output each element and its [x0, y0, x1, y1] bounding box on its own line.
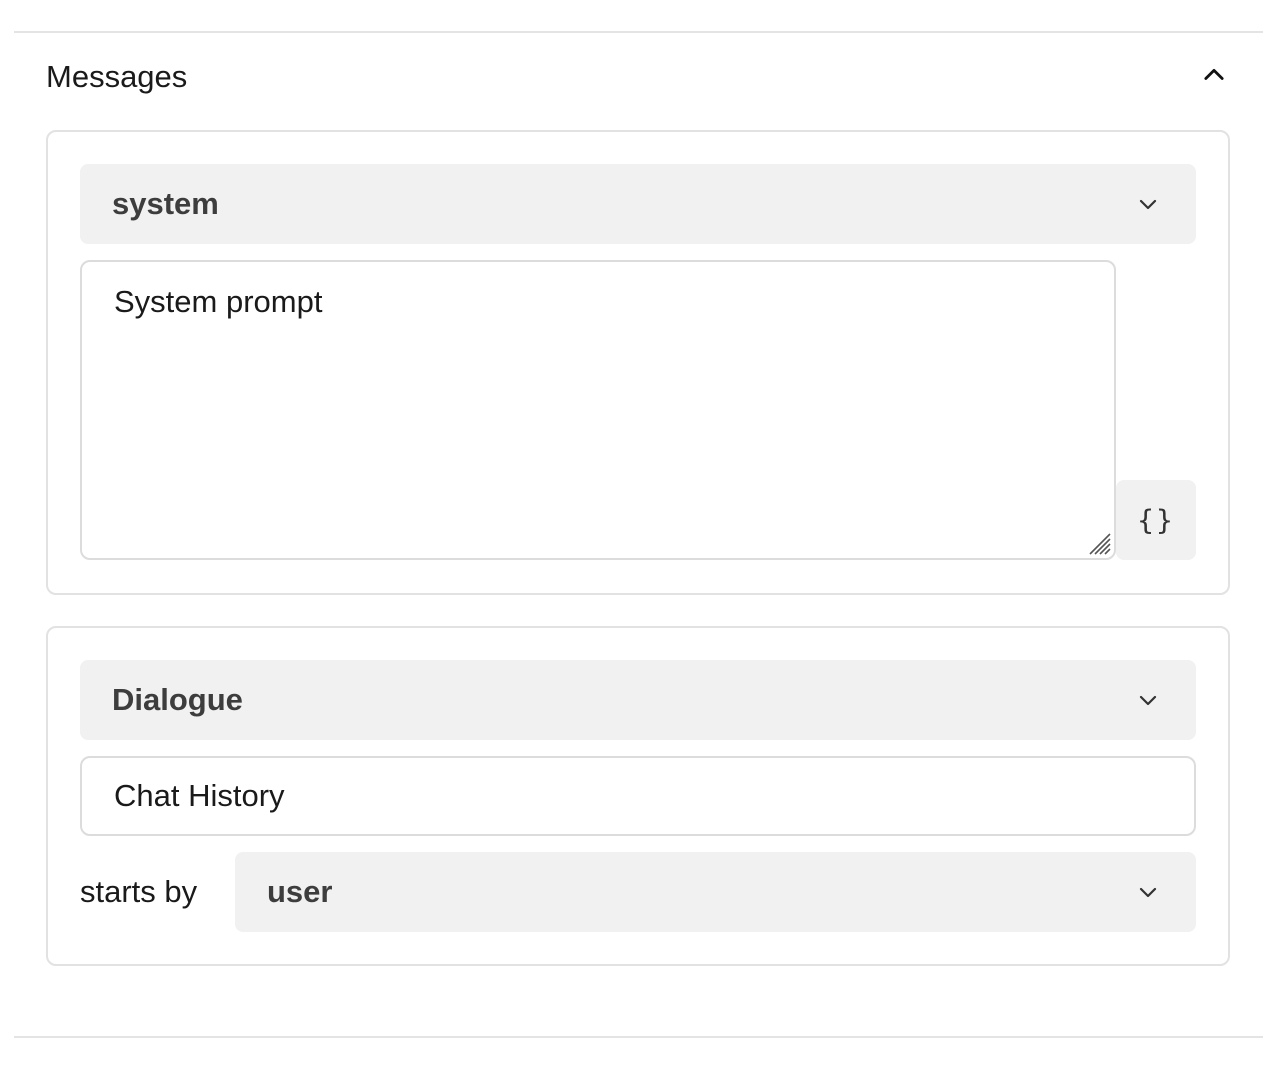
dialogue-card: Dialogue Chat History starts by user [46, 626, 1230, 966]
chevron-up-icon[interactable] [1200, 61, 1228, 89]
chevron-down-icon [1139, 887, 1157, 898]
role-select[interactable]: system [80, 164, 1196, 244]
messages-section-header[interactable]: Messages [46, 57, 1228, 99]
chevron-down-icon [1139, 199, 1157, 210]
chat-history-input[interactable]: Chat History [80, 756, 1196, 836]
resize-handle-icon[interactable] [1086, 530, 1112, 556]
chat-history-value: Chat History [114, 778, 285, 813]
curly-braces-icon: {} [1137, 503, 1175, 537]
chevron-down-icon [1139, 695, 1157, 706]
messages-section: Messages system System prompt {} Dialogu… [14, 31, 1263, 1038]
message-type-select[interactable]: Dialogue [80, 660, 1196, 740]
starts-by-label: starts by [80, 874, 198, 909]
system-prompt-text: System prompt [114, 284, 323, 319]
message-type-value: Dialogue [112, 682, 243, 717]
section-title: Messages [46, 59, 188, 94]
system-message-card: system System prompt {} [46, 130, 1230, 595]
starts-by-value: user [267, 874, 333, 909]
role-select-value: system [112, 186, 219, 221]
insert-variable-button[interactable]: {} [1116, 480, 1196, 560]
starts-by-select[interactable]: user [235, 852, 1196, 932]
system-prompt-textarea[interactable]: System prompt [80, 260, 1116, 560]
